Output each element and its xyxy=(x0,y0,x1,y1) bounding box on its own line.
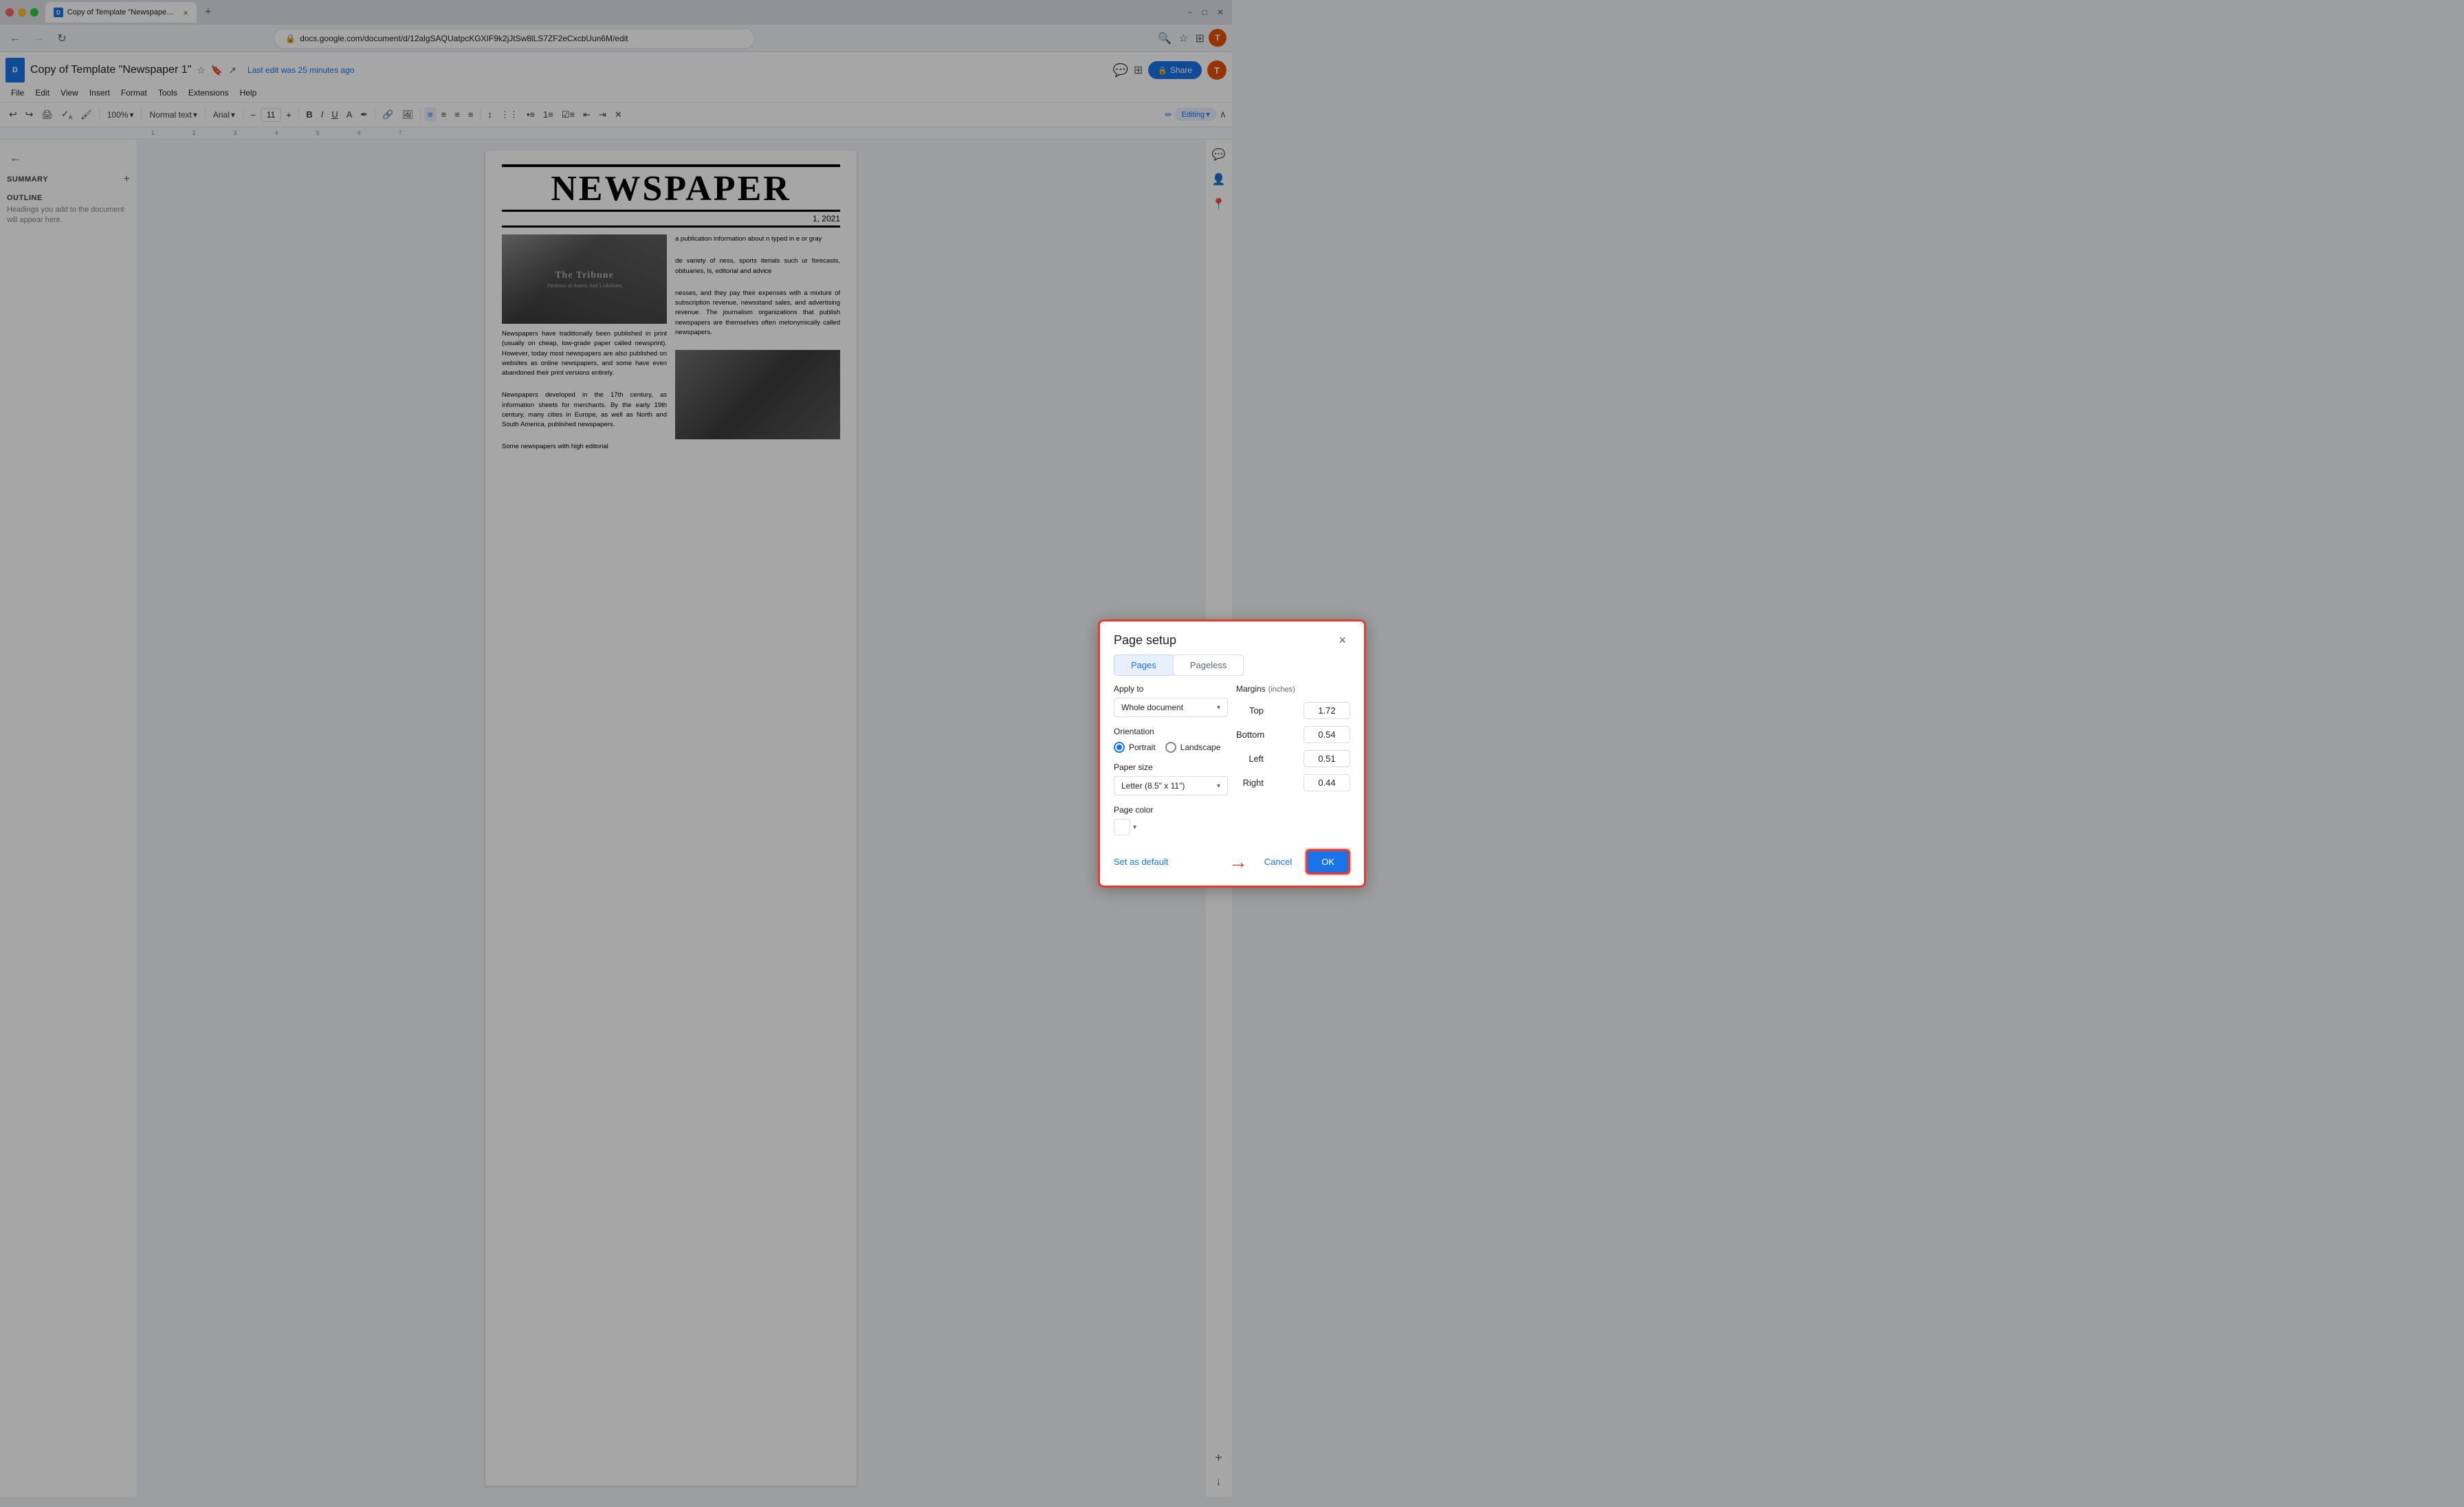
dialog-right-column: Margins (inches) Top Bottom xyxy=(1236,684,1350,835)
apply-to-select[interactable]: Whole document ▾ xyxy=(1114,698,1228,717)
cancel-button[interactable]: Cancel xyxy=(1256,851,1300,872)
orientation-section: Orientation Portrait La xyxy=(1114,727,1228,753)
page-color-swatch[interactable] xyxy=(1114,819,1130,835)
margin-bottom-row: Bottom xyxy=(1236,726,1350,743)
dialog-title-bar: Page setup × xyxy=(1100,622,1364,654)
dialog-left-column: Apply to Whole document ▾ Orientation xyxy=(1114,684,1228,835)
footer-buttons: → Cancel OK xyxy=(1229,849,1350,874)
orientation-label: Orientation xyxy=(1114,727,1228,736)
dialog-tab-pages[interactable]: Pages xyxy=(1114,654,1174,676)
page-color-arrow[interactable]: ▾ xyxy=(1133,824,1136,831)
margin-left-input[interactable] xyxy=(1304,750,1350,767)
page-setup-dialog: Page setup × Pages Pageless xyxy=(1098,619,1366,888)
margin-right-row: Right xyxy=(1236,774,1350,791)
margin-right-label: Right xyxy=(1236,778,1264,788)
page-color-label: Page color xyxy=(1114,805,1228,815)
apply-to-label: Apply to xyxy=(1114,684,1228,694)
modal-overlay: Page setup × Pages Pageless xyxy=(0,0,2464,1507)
portrait-option[interactable]: Portrait xyxy=(1114,742,1156,753)
margins-unit: (inches) xyxy=(1268,685,1295,694)
ok-button[interactable]: OK xyxy=(1306,849,1350,874)
margin-top-label: Top xyxy=(1236,705,1264,716)
margin-top-input[interactable] xyxy=(1304,702,1350,719)
margin-left-row: Left xyxy=(1236,750,1350,767)
margin-bottom-input[interactable] xyxy=(1304,726,1350,743)
orientation-options: Portrait Landscape xyxy=(1114,742,1228,753)
margins-section: Margins (inches) Top Bottom xyxy=(1236,684,1350,791)
set-as-default-button[interactable]: Set as default xyxy=(1114,851,1169,872)
dialog-tab-pageless[interactable]: Pageless xyxy=(1173,654,1244,676)
landscape-option[interactable]: Landscape xyxy=(1165,742,1221,753)
page-color-section: Page color ▾ xyxy=(1114,805,1228,835)
dialog-tabs: Pages Pageless xyxy=(1114,654,1350,676)
apply-to-section: Apply to Whole document ▾ xyxy=(1114,684,1228,717)
margin-bottom-label: Bottom xyxy=(1236,729,1264,740)
paper-size-label: Paper size xyxy=(1114,762,1228,772)
dialog-title-text: Page setup xyxy=(1114,633,1176,648)
margins-label: Margins xyxy=(1236,684,1266,694)
landscape-radio[interactable] xyxy=(1165,742,1176,753)
margin-right-input[interactable] xyxy=(1304,774,1350,791)
paper-size-select[interactable]: Letter (8.5" x 11") ▾ xyxy=(1114,776,1228,795)
paper-size-section: Paper size Letter (8.5" x 11") ▾ xyxy=(1114,762,1228,795)
portrait-radio[interactable] xyxy=(1114,742,1125,753)
margin-top-row: Top xyxy=(1236,702,1350,719)
red-arrow-annotation: → xyxy=(1229,852,1248,872)
dialog-footer: Set as default → Cancel OK xyxy=(1100,844,1364,886)
margin-left-label: Left xyxy=(1236,754,1264,764)
dialog-body: Apply to Whole document ▾ Orientation xyxy=(1100,684,1364,844)
dialog-close-button[interactable]: × xyxy=(1334,632,1350,648)
